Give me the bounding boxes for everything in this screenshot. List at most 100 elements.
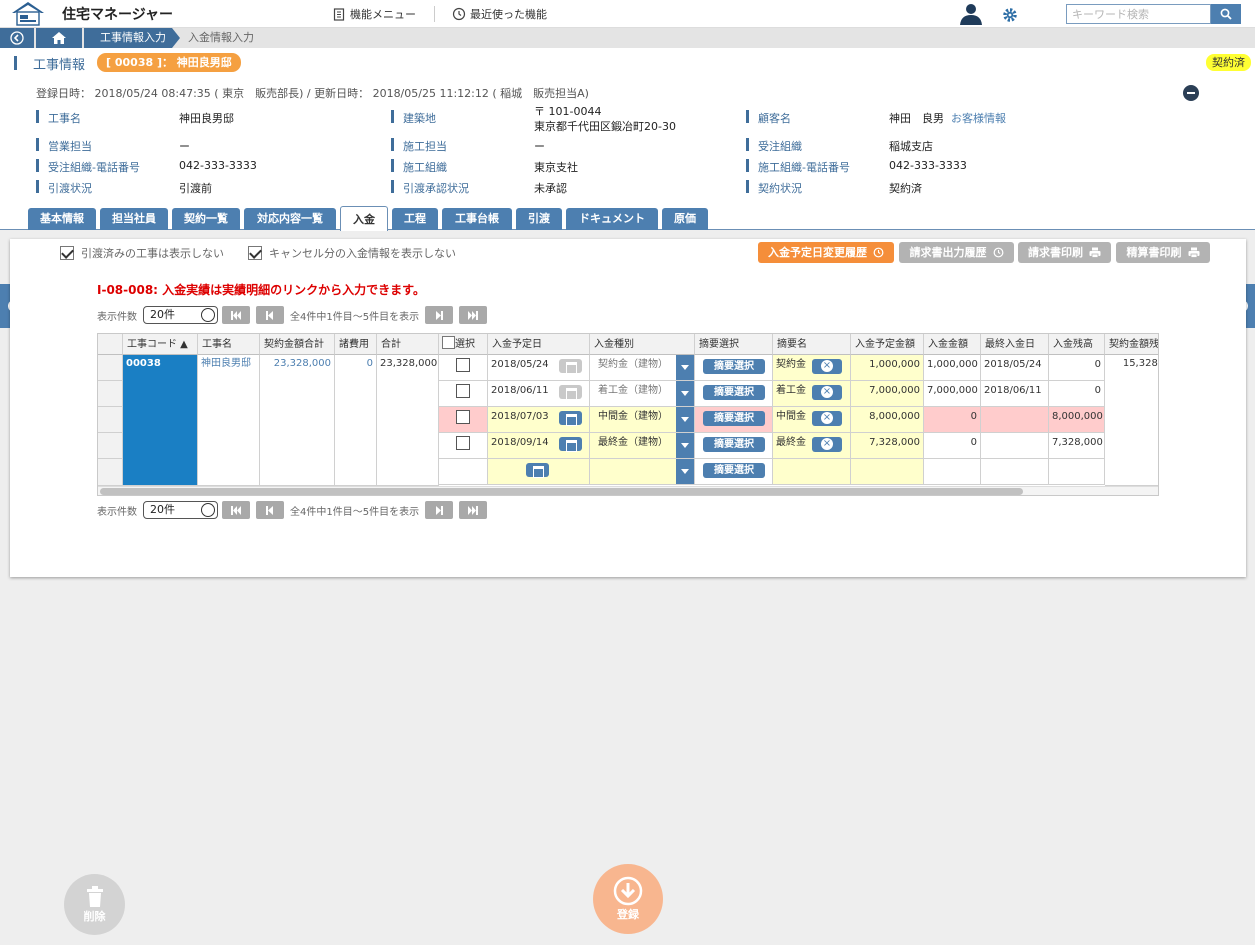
row-planned-amount[interactable]: 7,000,000: [851, 381, 924, 407]
function-menu-button[interactable]: 機能メニュー: [333, 6, 416, 22]
last-page-icon: [468, 505, 479, 515]
row-planned-amount[interactable]: 8,000,000: [851, 407, 924, 433]
register-button[interactable]: 登録: [593, 864, 663, 934]
next-page-icon: [436, 310, 444, 320]
summary-select-button[interactable]: 摘要選択: [703, 463, 765, 478]
row-select-checkbox[interactable]: [456, 384, 470, 398]
clear-summary-button[interactable]: [812, 411, 842, 426]
hide-cancel-filter[interactable]: キャンセル分の入金情報を表示しない: [248, 245, 456, 261]
payment-type-value: 最終金（建物）: [598, 437, 668, 448]
breadcrumb-parent-link[interactable]: 工事情報入力: [84, 28, 172, 48]
breadcrumb-current: 入金情報入力: [188, 31, 254, 44]
project-code-cell[interactable]: 00038: [123, 355, 198, 486]
value-handover-approval: 未承認: [534, 182, 567, 195]
value-contract: 契約済: [889, 182, 922, 195]
home-button[interactable]: [36, 28, 82, 48]
scrollbar-thumb[interactable]: [100, 488, 1023, 495]
tab-basic-info[interactable]: 基本情報: [28, 208, 96, 230]
last-page-button[interactable]: [459, 501, 488, 519]
invoice-history-label: 請求書出力履歴: [909, 246, 987, 259]
payment-type-dropdown[interactable]: [676, 433, 694, 458]
breadcrumb-arrow: [172, 28, 180, 48]
row-payment-type: 着工金（建物）: [590, 381, 695, 407]
tab-documents[interactable]: ドキュメント: [566, 208, 658, 230]
payment-type-dropdown[interactable]: [676, 407, 694, 432]
schedule-change-history-button[interactable]: 入金予定日変更履歴: [758, 242, 894, 263]
hide-cancel-checkbox[interactable]: [248, 246, 262, 260]
grid-header-planned-date: 入金予定日: [488, 334, 590, 355]
misc-cost-link[interactable]: 0: [335, 355, 377, 486]
row-summary-name: 最終金: [773, 433, 851, 459]
summary-select-button[interactable]: 摘要選択: [703, 411, 765, 426]
calendar-icon[interactable]: [559, 411, 582, 426]
last-page-button[interactable]: [459, 306, 488, 324]
page-size-select[interactable]: 20件: [143, 501, 218, 519]
row-planned-date: 2018/06/11: [488, 381, 590, 407]
row-select-checkbox[interactable]: [456, 358, 470, 372]
first-page-button[interactable]: [222, 306, 250, 324]
invoice-print-button[interactable]: 請求書印刷: [1018, 242, 1111, 263]
first-page-button[interactable]: [222, 501, 250, 519]
keyword-search-input[interactable]: [1066, 4, 1211, 24]
tab-contracts[interactable]: 契約一覧: [172, 208, 240, 230]
page-size-label: 表示件数: [97, 506, 137, 518]
summary-select-button[interactable]: 摘要選択: [703, 385, 765, 400]
back-button[interactable]: [0, 28, 34, 48]
tab-handover[interactable]: 引渡: [516, 208, 562, 230]
tab-staff[interactable]: 担当社員: [100, 208, 168, 230]
row-select-checkbox[interactable]: [456, 436, 470, 450]
calendar-icon[interactable]: [526, 463, 549, 478]
row-select-cell: [439, 407, 488, 433]
tab-ledger[interactable]: 工事台帳: [442, 208, 512, 230]
search-button[interactable]: [1211, 4, 1241, 24]
calendar-icon[interactable]: [559, 437, 582, 452]
prev-page-button[interactable]: [256, 501, 284, 519]
section-header: 工事情報 [ 00038 ]： 神田良男邸 契約済: [0, 48, 1255, 78]
recent-functions-button[interactable]: 最近使った機能: [452, 6, 547, 22]
payment-panel: 引渡済みの工事は表示しない キャンセル分の入金情報を表示しない 入金予定日変更履…: [10, 239, 1246, 577]
customer-info-link[interactable]: お客様情報: [951, 110, 1006, 126]
hide-cancel-label: キャンセル分の入金情報を表示しない: [269, 247, 456, 260]
next-page-button[interactable]: [425, 306, 454, 324]
payment-type-dropdown: [676, 381, 694, 406]
project-name-link[interactable]: 神田良男邸: [198, 355, 260, 486]
tab-cost[interactable]: 原価: [662, 208, 708, 230]
tab-payment[interactable]: 入金: [340, 206, 388, 231]
calendar-icon: [559, 385, 582, 400]
grid-header-code[interactable]: 工事コード ▲: [123, 334, 198, 355]
delete-button[interactable]: 削除: [64, 874, 125, 935]
row-planned-amount[interactable]: 7,328,000: [851, 433, 924, 459]
settlement-print-button[interactable]: 精算書印刷: [1116, 242, 1210, 263]
page-size-select[interactable]: 20件: [143, 306, 218, 324]
row-select-checkbox[interactable]: [456, 410, 470, 424]
app-logo-icon[interactable]: [8, 1, 48, 27]
summary-select-button[interactable]: 摘要選択: [703, 359, 765, 374]
payment-type-dropdown[interactable]: [676, 459, 694, 484]
row-planned-amount[interactable]: 1,000,000: [851, 355, 924, 381]
prev-page-button[interactable]: [256, 306, 284, 324]
contract-total-link[interactable]: 23,328,000: [260, 355, 335, 486]
tab-process[interactable]: 工程: [392, 208, 438, 230]
new-row-summary-select-cell: 摘要選択: [695, 459, 773, 485]
row-select-cell: [439, 355, 488, 381]
new-row-summary-name[interactable]: [773, 459, 851, 485]
new-row-planned-amount[interactable]: [851, 459, 924, 485]
gear-icon[interactable]: [1002, 7, 1018, 23]
grid-header-payment-type: 入金種別: [590, 334, 695, 355]
invoice-history-button[interactable]: 請求書出力履歴: [899, 242, 1014, 263]
hide-handed-checkbox[interactable]: [60, 246, 74, 260]
clear-summary-button[interactable]: [812, 437, 842, 452]
next-page-button[interactable]: [425, 501, 454, 519]
collapse-minus-icon[interactable]: [1183, 85, 1199, 101]
hide-handed-filter[interactable]: 引渡済みの工事は表示しない: [60, 245, 224, 261]
clear-summary-button[interactable]: [812, 359, 842, 374]
new-row-planned-date: [488, 459, 590, 485]
grid-horizontal-scrollbar[interactable]: [98, 486, 1158, 495]
tab-responses[interactable]: 対応内容一覧: [244, 208, 336, 230]
select-all-checkbox[interactable]: [442, 336, 455, 349]
summary-select-button[interactable]: 摘要選択: [703, 437, 765, 452]
summary-name-value: 契約金: [776, 359, 806, 370]
user-icon[interactable]: [958, 3, 984, 25]
grid-header-last-date: 最終入金日: [981, 334, 1049, 355]
clear-summary-button[interactable]: [812, 385, 842, 400]
